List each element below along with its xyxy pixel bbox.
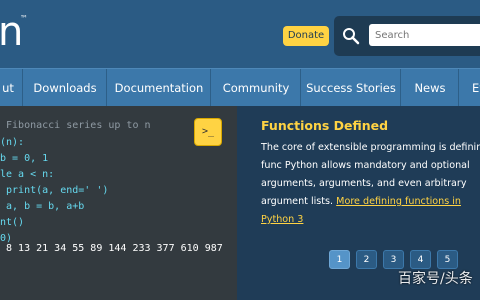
code-sample-panel: Fibonacci series up to n (n): b = 0, 1 l… xyxy=(0,106,237,300)
trademark-symbol: ™ xyxy=(20,14,28,23)
code-line: le a < n: xyxy=(0,169,55,180)
nav-item-downloads[interactable]: Downloads xyxy=(22,69,107,107)
code-line: b = 0, 1 xyxy=(0,153,49,164)
nav-item-news[interactable]: News xyxy=(400,69,459,107)
page-button-4[interactable]: 4 xyxy=(410,250,431,269)
feature-title: Functions Defined xyxy=(261,118,389,133)
nav-item-documentation[interactable]: Documentation xyxy=(106,69,211,107)
code-output-line: 8 13 21 34 55 89 144 233 377 610 987 xyxy=(0,243,223,254)
site-header: n ™ Donate xyxy=(0,0,480,68)
watermark: 百家号/头条 xyxy=(398,271,473,287)
page-button-2[interactable]: 2 xyxy=(356,250,377,269)
code-line: print(a, end=' ') xyxy=(0,185,109,196)
code-line: (n): xyxy=(0,137,25,148)
page-button-3[interactable]: 3 xyxy=(383,250,404,269)
code-line: a, b = b, a+b xyxy=(0,201,85,212)
nav-item-events[interactable]: Ev xyxy=(458,69,480,107)
search-icon[interactable] xyxy=(342,27,360,45)
launch-shell-button[interactable]: >_ xyxy=(194,118,222,146)
page-button-1[interactable]: 1 xyxy=(329,250,350,269)
nav-item-success-stories[interactable]: Success Stories xyxy=(300,69,401,107)
code-line: Fibonacci series up to n xyxy=(0,120,151,131)
search-bar xyxy=(334,16,480,56)
feature-description: The core of extensible programming is de… xyxy=(261,139,480,229)
nav-item-community[interactable]: Community xyxy=(210,69,301,107)
search-input[interactable] xyxy=(369,24,480,46)
page-button-5[interactable]: 5 xyxy=(437,250,458,269)
nav-item-about[interactable]: ut xyxy=(0,69,22,107)
donate-button[interactable]: Donate xyxy=(283,26,329,46)
main-nav: ut Downloads Documentation Community Suc… xyxy=(0,68,480,107)
code-line: nt() xyxy=(0,217,25,228)
